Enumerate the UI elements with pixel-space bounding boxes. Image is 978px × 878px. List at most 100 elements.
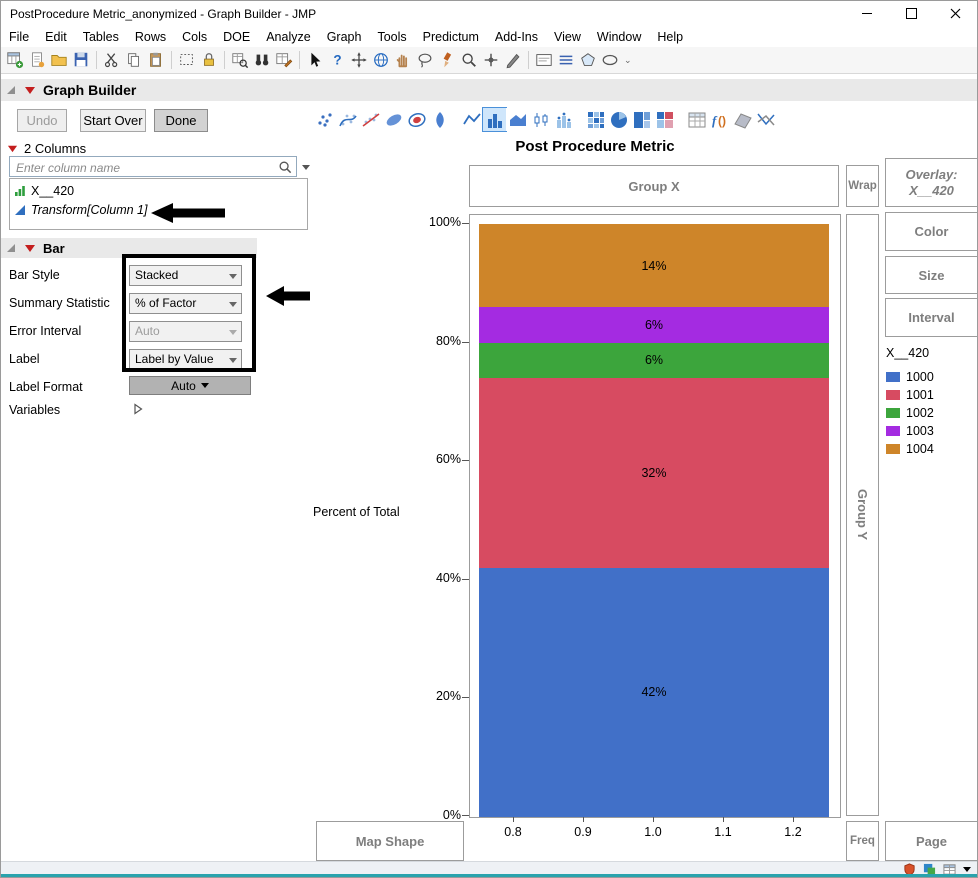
summary-statistic-dropdown[interactable]: % of Factor [129, 293, 242, 314]
palette-mosaic-icon[interactable] [653, 108, 676, 131]
binoculars-icon[interactable] [251, 49, 273, 71]
legend-swatch-1004[interactable] [886, 444, 900, 454]
brush-tool-icon[interactable] [436, 49, 458, 71]
pen-tool-icon[interactable] [502, 49, 524, 71]
bar-style-dropdown[interactable]: Stacked [129, 265, 242, 286]
menu-predictum[interactable]: Predictum [415, 30, 487, 44]
toolbar-overflow-chevron[interactable]: ⌄ [624, 55, 632, 66]
minimize-button[interactable] [845, 1, 889, 26]
menu-help[interactable]: Help [649, 30, 691, 44]
lasso-tool-icon[interactable] [414, 49, 436, 71]
line-tool-icon[interactable] [555, 49, 577, 71]
menu-edit[interactable]: Edit [37, 30, 75, 44]
palette-heatmap-icon[interactable] [584, 108, 607, 131]
maximize-button[interactable] [889, 1, 933, 26]
globe-tool-icon[interactable] [370, 49, 392, 71]
menu-doe[interactable]: DOE [215, 30, 258, 44]
palette-line-of-fit-icon[interactable] [359, 108, 382, 131]
palette-contour-icon[interactable] [405, 108, 428, 131]
menu-analyze[interactable]: Analyze [258, 30, 318, 44]
start-over-button[interactable]: Start Over [80, 109, 146, 132]
menu-file[interactable]: File [1, 30, 37, 44]
oval-tool-icon[interactable] [599, 49, 621, 71]
label-format-button[interactable]: Auto [129, 376, 251, 395]
status-dropdown-caret[interactable] [963, 867, 971, 872]
label-dropdown[interactable]: Label by Value [129, 349, 242, 370]
hand-tool-icon[interactable] [392, 49, 414, 71]
cursor-arrow-icon[interactable] [304, 49, 326, 71]
palette-surface-icon[interactable] [731, 108, 754, 131]
bar-segment-1003[interactable]: 6% [479, 307, 829, 343]
done-button[interactable]: Done [154, 109, 208, 132]
palette-area-icon[interactable] [506, 108, 529, 131]
undo-button[interactable]: Undo [17, 109, 67, 132]
red-triangle-menu-icon[interactable] [6, 143, 19, 154]
drop-zone-wrap[interactable]: Wrap [846, 165, 879, 207]
palette-box-plot-icon[interactable] [529, 108, 552, 131]
menu-graph[interactable]: Graph [319, 30, 370, 44]
drop-zone-group-y[interactable]: Group Y [846, 214, 879, 816]
menu-add-ins[interactable]: Add-Ins [487, 30, 546, 44]
palette-parallel-icon[interactable] [754, 108, 777, 131]
polygon-tool-icon[interactable] [577, 49, 599, 71]
palette-tabulate-icon[interactable] [685, 108, 708, 131]
palette-bar-icon[interactable] [482, 107, 507, 132]
palette-treemap-icon[interactable] [630, 108, 653, 131]
cut-icon[interactable] [101, 49, 123, 71]
bar-segment-1002[interactable]: 6% [479, 342, 829, 379]
help-icon[interactable]: ? [326, 49, 348, 71]
close-button[interactable] [933, 1, 977, 26]
table-edit-icon[interactable] [273, 49, 295, 71]
menu-view[interactable]: View [546, 30, 589, 44]
drop-zone-map-shape[interactable]: Map Shape [316, 821, 464, 861]
select-rectangle-icon[interactable] [176, 49, 198, 71]
search-options-dropdown[interactable] [300, 161, 312, 173]
drop-zone-page[interactable]: Page [885, 821, 977, 861]
menu-cols[interactable]: Cols [174, 30, 215, 44]
legend-swatch-1001[interactable] [886, 390, 900, 400]
graph-title[interactable]: Post Procedure Metric [395, 138, 795, 155]
bar-segment-1000[interactable]: 42% [479, 567, 829, 817]
menu-tools[interactable]: Tools [369, 30, 414, 44]
magnifier-tool-icon[interactable] [458, 49, 480, 71]
drop-zone-freq[interactable]: Freq [846, 821, 879, 861]
move-tool-icon[interactable] [348, 49, 370, 71]
paste-icon[interactable] [145, 49, 167, 71]
drop-zone-color[interactable]: Color [885, 212, 977, 251]
caption-box-icon[interactable] [533, 49, 555, 71]
red-triangle-menu-icon[interactable] [23, 242, 37, 254]
lock-icon[interactable] [198, 49, 220, 71]
crosshair-tool-icon[interactable] [480, 49, 502, 71]
bar-segment-1001[interactable]: 32% [479, 378, 829, 568]
column-item-x420[interactable]: X__420 [10, 181, 307, 200]
plot-area[interactable]: 42% 32% 6% 6% 14% [469, 214, 841, 818]
palette-pie-icon[interactable] [607, 108, 630, 131]
table-find-icon[interactable] [229, 49, 251, 71]
palette-line-icon[interactable] [460, 108, 483, 131]
drop-zone-size[interactable]: Size [885, 256, 977, 294]
drop-zone-interval[interactable]: Interval [885, 298, 977, 337]
save-file-icon[interactable] [70, 49, 92, 71]
menu-rows[interactable]: Rows [127, 30, 174, 44]
collapse-triangle-icon[interactable] [5, 242, 17, 254]
legend-swatch-1000[interactable] [886, 372, 900, 382]
collapse-triangle-icon[interactable] [5, 84, 17, 96]
new-data-table-icon[interactable] [4, 49, 26, 71]
palette-smoother-icon[interactable] [336, 108, 359, 131]
menu-window[interactable]: Window [589, 30, 649, 44]
variables-expander-icon[interactable] [133, 403, 143, 415]
legend-swatch-1002[interactable] [886, 408, 900, 418]
error-interval-dropdown[interactable]: Auto [129, 321, 242, 342]
red-triangle-menu-icon[interactable] [23, 84, 37, 96]
palette-bar-points-icon[interactable] [552, 108, 575, 131]
legend-title[interactable]: X__420 [886, 346, 929, 360]
column-search-input[interactable] [14, 158, 276, 177]
legend-swatch-1003[interactable] [886, 426, 900, 436]
drop-zone-group-x[interactable]: Group X [469, 165, 839, 207]
palette-ellipse-icon[interactable] [382, 108, 405, 131]
bar-segment-1004[interactable]: 14% [479, 224, 829, 308]
drop-zone-overlay[interactable]: Overlay: X__420 [885, 158, 977, 207]
new-journal-icon[interactable] [26, 49, 48, 71]
y-axis-title[interactable]: Percent of Total [313, 505, 400, 519]
column-item-transform[interactable]: Transform[Column 1] [10, 200, 307, 219]
